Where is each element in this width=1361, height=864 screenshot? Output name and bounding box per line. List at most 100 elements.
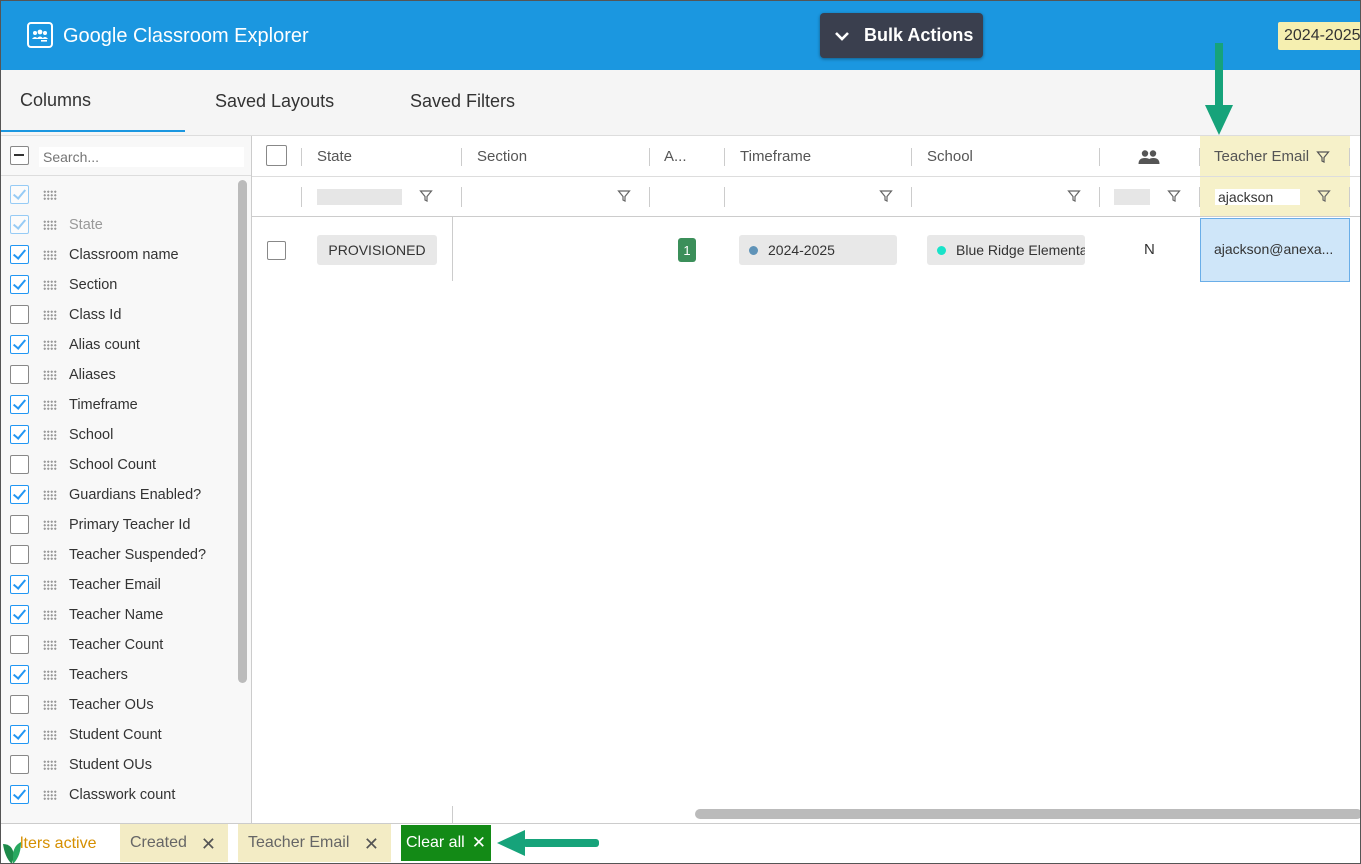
drag-handle-icon[interactable] bbox=[43, 460, 57, 470]
remove-filter-icon[interactable]: ✕ bbox=[364, 834, 379, 855]
column-option[interactable]: Teacher Suspended? bbox=[1, 540, 237, 570]
header-state[interactable]: State bbox=[317, 136, 352, 177]
drag-handle-icon[interactable] bbox=[43, 490, 57, 500]
drag-handle-icon[interactable] bbox=[43, 790, 57, 800]
column-option[interactable]: School Count bbox=[1, 450, 237, 480]
drag-handle-icon[interactable] bbox=[43, 250, 57, 260]
drag-handle-icon[interactable] bbox=[43, 580, 57, 590]
column-checkbox[interactable] bbox=[10, 755, 29, 774]
school-dot bbox=[937, 245, 946, 255]
select-all-rows-checkbox[interactable] bbox=[266, 145, 287, 166]
column-checkbox[interactable] bbox=[10, 365, 29, 384]
drag-handle-icon[interactable] bbox=[43, 190, 57, 200]
clear-all-button[interactable]: Clear all ✕ bbox=[401, 825, 491, 861]
teacher-email-cell[interactable]: ajackson@anexa... bbox=[1200, 218, 1350, 282]
column-option[interactable]: Alias count bbox=[1, 330, 237, 360]
header-guardians[interactable] bbox=[1138, 136, 1160, 177]
filter-icon[interactable] bbox=[1167, 189, 1181, 203]
columns-search-input[interactable] bbox=[39, 147, 244, 167]
column-option[interactable]: Student Count bbox=[1, 720, 237, 750]
column-checkbox[interactable] bbox=[10, 425, 29, 444]
tab-saved-filters[interactable]: Saved Filters bbox=[410, 70, 515, 132]
column-checkbox[interactable] bbox=[10, 725, 29, 744]
column-option[interactable]: Teacher Email bbox=[1, 570, 237, 600]
column-option[interactable]: Teacher OUs bbox=[1, 690, 237, 720]
drag-handle-icon[interactable] bbox=[43, 220, 57, 230]
drag-handle-icon[interactable] bbox=[43, 520, 57, 530]
drag-handle-icon[interactable] bbox=[43, 670, 57, 680]
column-option[interactable]: Timeframe bbox=[1, 390, 237, 420]
state-filter-input[interactable] bbox=[317, 189, 402, 205]
filter-icon[interactable] bbox=[879, 189, 893, 203]
column-option[interactable]: Guardians Enabled? bbox=[1, 480, 237, 510]
column-checkbox[interactable] bbox=[10, 245, 29, 264]
drag-handle-icon[interactable] bbox=[43, 280, 57, 290]
drag-handle-icon[interactable] bbox=[43, 640, 57, 650]
column-option[interactable]: State bbox=[1, 210, 237, 240]
row-select-checkbox[interactable] bbox=[267, 241, 286, 260]
filter-icon[interactable] bbox=[1317, 189, 1331, 203]
header-section[interactable]: Section bbox=[477, 136, 527, 177]
column-option[interactable]: Primary Teacher Id bbox=[1, 510, 237, 540]
column-checkbox[interactable] bbox=[10, 665, 29, 684]
drag-handle-icon[interactable] bbox=[43, 310, 57, 320]
column-checkbox[interactable] bbox=[10, 785, 29, 804]
filter-icon[interactable] bbox=[1067, 189, 1081, 203]
column-option[interactable]: Classwork count bbox=[1, 780, 237, 810]
column-option[interactable]: Teachers bbox=[1, 660, 237, 690]
horizontal-scrollbar[interactable] bbox=[695, 809, 1360, 819]
column-option[interactable]: Teacher Name bbox=[1, 600, 237, 630]
column-checkbox[interactable] bbox=[10, 485, 29, 504]
column-checkbox[interactable] bbox=[10, 635, 29, 654]
filter-icon[interactable] bbox=[617, 189, 631, 203]
tab-saved-layouts[interactable]: Saved Layouts bbox=[215, 70, 334, 132]
column-option[interactable] bbox=[1, 180, 237, 210]
drag-handle-icon[interactable] bbox=[43, 730, 57, 740]
column-checkbox[interactable] bbox=[10, 395, 29, 414]
year-badge[interactable]: 2024-2025 bbox=[1278, 22, 1360, 50]
drag-handle-icon[interactable] bbox=[43, 430, 57, 440]
column-checkbox[interactable] bbox=[10, 185, 29, 204]
drag-handle-icon[interactable] bbox=[43, 370, 57, 380]
drag-handle-icon[interactable] bbox=[43, 400, 57, 410]
column-option[interactable]: Class Id bbox=[1, 300, 237, 330]
guardians-filter-input[interactable] bbox=[1114, 189, 1150, 205]
header-timeframe[interactable]: Timeframe bbox=[740, 136, 811, 177]
column-checkbox[interactable] bbox=[10, 515, 29, 534]
filter-chip-created[interactable]: Created ✕ bbox=[120, 824, 228, 862]
column-option[interactable]: Aliases bbox=[1, 360, 237, 390]
column-checkbox[interactable] bbox=[10, 215, 29, 234]
column-checkbox[interactable] bbox=[10, 545, 29, 564]
column-option[interactable]: School bbox=[1, 420, 237, 450]
tab-columns[interactable]: Columns bbox=[1, 70, 185, 132]
bulk-actions-button[interactable]: Bulk Actions bbox=[820, 13, 983, 58]
column-option[interactable]: Section bbox=[1, 270, 237, 300]
column-checkbox[interactable] bbox=[10, 575, 29, 594]
drag-handle-icon[interactable] bbox=[43, 700, 57, 710]
column-checkbox[interactable] bbox=[10, 455, 29, 474]
column-checkbox[interactable] bbox=[10, 605, 29, 624]
header-alias-count[interactable]: A... bbox=[664, 136, 687, 177]
select-all-columns-checkbox[interactable] bbox=[10, 146, 29, 165]
drag-handle-icon[interactable] bbox=[43, 340, 57, 350]
table-row[interactable]: PROVISIONED 1 2024-2025 Blue Ridge Eleme… bbox=[252, 218, 1360, 283]
section-filter-input[interactable] bbox=[477, 189, 600, 205]
header-separator bbox=[649, 148, 650, 166]
drag-handle-icon[interactable] bbox=[43, 610, 57, 620]
header-school[interactable]: School bbox=[927, 136, 973, 177]
column-checkbox[interactable] bbox=[10, 275, 29, 294]
drag-handle-icon[interactable] bbox=[43, 760, 57, 770]
drag-handle-icon[interactable] bbox=[43, 550, 57, 560]
column-checkbox[interactable] bbox=[10, 305, 29, 324]
column-checkbox[interactable] bbox=[10, 335, 29, 354]
column-option[interactable]: Classroom name bbox=[1, 240, 237, 270]
remove-filter-icon[interactable]: ✕ bbox=[201, 834, 216, 855]
columns-panel-scrollbar[interactable] bbox=[238, 180, 247, 683]
filter-icon[interactable] bbox=[419, 189, 433, 203]
filter-chip-teacher-email[interactable]: Teacher Email ✕ bbox=[238, 824, 391, 862]
column-checkbox[interactable] bbox=[10, 695, 29, 714]
teacher-email-filter-input[interactable] bbox=[1215, 189, 1300, 205]
column-option[interactable]: Teacher Count bbox=[1, 630, 237, 660]
column-option[interactable]: Student OUs bbox=[1, 750, 237, 780]
header-teacher-email[interactable]: Teacher Email bbox=[1214, 136, 1330, 177]
